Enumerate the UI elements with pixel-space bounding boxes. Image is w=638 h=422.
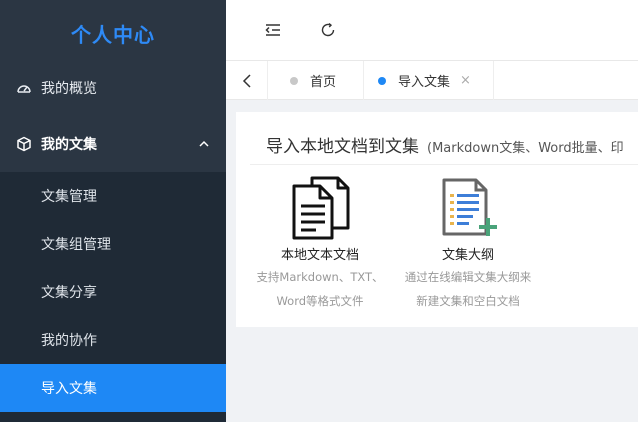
sidebar-item-overview[interactable]: 我的概览 [0,64,226,112]
option-desc-line: 新建文集和空白文档 [416,294,520,308]
sidebar-item-label: 文集管理 [41,189,97,205]
tab-home[interactable]: 首页 [268,61,364,100]
sidebar-item-label: 导入文集 [41,381,97,397]
sidebar-item-import-collection[interactable]: 导入文集 [0,364,226,412]
divider [250,164,638,165]
sidebar-item-label: 文集组管理 [41,237,111,253]
option-description: 通过在线编辑文集大纲来 新建文集和空白文档 [393,265,543,313]
sidebar: 个人中心 我的概览 我的文集 文集管理 文集组管理 文集分享 我的协作 导入文集 [0,0,226,422]
outline-add-icon [436,174,500,240]
tab-label: 首页 [310,75,337,90]
tab-import-collection[interactable]: 导入文集 × [364,61,494,100]
import-outline-option[interactable]: 文集大纲 通过在线编辑文集大纲来 新建文集和空白文档 [393,174,543,313]
sidebar-item-collection-share[interactable]: 文集分享 [0,268,226,316]
chevron-left-icon[interactable] [226,61,268,100]
chevron-up-icon [199,140,209,147]
tab-dot-active [378,76,386,85]
dashboard-icon [15,79,33,97]
close-icon[interactable]: × [460,73,471,88]
sidebar-item-collection-manage[interactable]: 文集管理 [0,172,226,220]
sidebar-item-label: 我的文集 [41,137,97,153]
option-desc-line: 通过在线编辑文集大纲来 [404,270,532,284]
sidebar-group-collections[interactable]: 我的文集 [0,120,226,168]
tab-dot [290,76,298,85]
option-title: 文集大纲 [441,248,494,263]
sidebar-item-label: 我的概览 [41,81,97,97]
sidebar-submenu: 文集管理 文集组管理 文集分享 我的协作 导入文集 [0,172,226,422]
option-title: 本地文本文档 [280,248,359,263]
tab-bar: 首页 导入文集 × [226,60,638,100]
import-local-docs-option[interactable]: 本地文本文档 支持Markdown、TXT、 Word等格式文件 [245,174,395,313]
card-title-text: 导入本地文档到文集 [266,137,419,157]
card-subtitle: (Markdown文集、Word批量、印 [427,141,624,156]
option-desc-line: Word等格式文件 [276,294,364,308]
cube-icon [15,135,33,153]
page-title: 导入本地文档到文集 (Markdown文集、Word批量、印 [266,132,624,157]
sidebar-item-collection-group-manage[interactable]: 文集组管理 [0,220,226,268]
indent-icon[interactable] [263,20,283,40]
refresh-icon[interactable] [318,20,338,40]
option-desc-line: 支持Markdown、TXT、 [256,270,384,284]
top-bar [226,0,638,60]
import-card: 导入本地文档到文集 (Markdown文集、Word批量、印 本地文本文档 支持M… [236,112,638,327]
sidebar-item-label: 我的协作 [41,333,97,349]
option-description: 支持Markdown、TXT、 Word等格式文件 [245,265,395,313]
sidebar-brand: 个人中心 [71,22,155,47]
sidebar-item-label: 文集分享 [41,285,97,301]
documents-icon [288,174,352,240]
tab-label: 导入文集 [398,75,451,90]
sidebar-item-collaboration[interactable]: 我的协作 [0,316,226,364]
